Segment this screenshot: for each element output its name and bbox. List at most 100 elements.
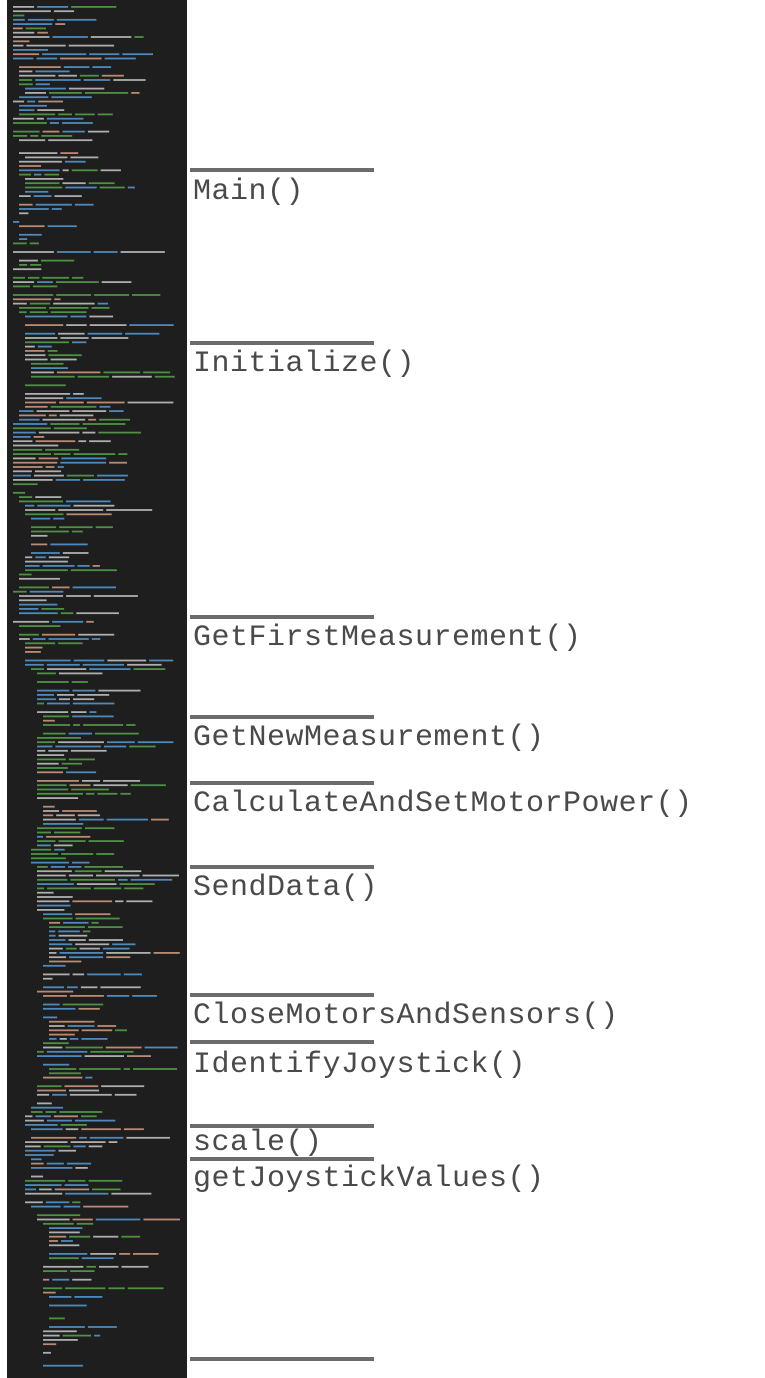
code-line-segment — [76, 612, 119, 615]
code-line-segment — [13, 491, 26, 494]
code-line-segment — [68, 87, 105, 90]
code-line-segment — [49, 1317, 65, 1320]
code-line-segment — [88, 1179, 123, 1182]
code-line-segment — [58, 74, 77, 77]
code-line-segment — [100, 169, 121, 172]
code-line-segment — [35, 556, 46, 559]
code-line-segment — [27, 100, 36, 103]
code-line-segment — [31, 375, 75, 378]
code-line-segment — [89, 324, 127, 326]
code-line-segment — [43, 986, 64, 989]
code-line-segment — [89, 1136, 124, 1139]
code-line-segment — [50, 866, 66, 868]
code-line-segment — [19, 573, 32, 576]
code-line-segment — [66, 324, 87, 326]
code-line-segment — [97, 302, 109, 305]
function-label-close-motors-and-sensors: CloseMotorsAndSensors() — [193, 999, 619, 1033]
code-line-segment — [25, 513, 64, 516]
code-line-segment — [49, 122, 59, 124]
code-line-segment — [19, 152, 58, 154]
code-line-segment — [92, 1188, 121, 1191]
code-line-segment — [53, 453, 71, 455]
code-line-segment — [65, 1046, 103, 1049]
section-divider-send-data — [190, 865, 374, 869]
code-line-segment — [48, 638, 89, 640]
code-line-segment — [71, 788, 109, 791]
code-line-segment — [70, 156, 99, 159]
code-line-segment — [19, 83, 33, 86]
code-line-segment — [68, 732, 93, 735]
code-line-segment — [43, 917, 73, 920]
code-line-segment — [59, 952, 104, 954]
code-line-segment — [53, 517, 65, 520]
code-line-segment — [13, 100, 25, 103]
code-line-segment — [25, 358, 48, 361]
code-line-segment — [115, 900, 124, 903]
code-line-segment — [37, 792, 83, 795]
code-line-segment — [95, 526, 113, 529]
section-divider-get-joystick-values — [190, 1157, 374, 1161]
code-line-segment — [66, 397, 102, 400]
code-line-segment — [49, 956, 67, 959]
code-line-segment — [13, 431, 36, 434]
code-line-segment — [52, 36, 88, 38]
code-line-segment — [68, 1179, 86, 1182]
code-line-segment — [25, 324, 64, 326]
code-line-segment — [25, 354, 46, 357]
code-line-segment — [65, 186, 97, 189]
code-line-segment — [94, 1334, 101, 1337]
code-line-segment — [71, 169, 98, 172]
code-line-segment — [37, 762, 59, 765]
code-line-segment — [43, 1351, 51, 1354]
code-line-segment — [72, 861, 90, 864]
code-line-segment — [19, 169, 60, 172]
code-line-segment — [43, 995, 67, 997]
code-line-segment — [13, 44, 24, 47]
code-line-segment — [82, 431, 96, 434]
code-line-segment — [84, 866, 123, 868]
code-line-segment — [77, 565, 90, 567]
code-line-segment — [25, 1119, 44, 1122]
code-line-segment — [132, 294, 161, 296]
code-line-segment — [37, 1093, 50, 1096]
code-line-segment — [127, 401, 174, 404]
code-line-segment — [43, 715, 70, 718]
code-line-segment — [56, 18, 97, 21]
code-line-segment — [31, 1158, 42, 1161]
code-line-segment — [35, 203, 72, 206]
code-line-segment — [99, 418, 130, 421]
code-line-segment — [59, 401, 84, 404]
code-line-segment — [37, 909, 65, 911]
code-line-segment — [85, 1076, 93, 1079]
function-label-get-first-measurement: GetFirstMeasurement() — [193, 621, 582, 655]
code-line-segment — [58, 741, 104, 744]
code-line-segment — [43, 913, 73, 916]
code-line-segment — [37, 844, 51, 847]
code-line-segment — [19, 264, 28, 266]
code-line-segment — [87, 973, 121, 976]
code-line-segment — [54, 298, 61, 301]
code-line-segment — [25, 1141, 68, 1143]
code-line-segment — [92, 565, 100, 567]
code-line-segment — [33, 285, 58, 288]
code-line-segment — [35, 83, 50, 86]
code-line-segment — [65, 1287, 106, 1290]
code-line-segment — [43, 1145, 71, 1148]
code-line-segment — [81, 1115, 97, 1118]
code-line-segment — [13, 294, 54, 296]
code-line-segment — [40, 259, 75, 262]
code-line-segment — [73, 659, 105, 662]
code-line-segment — [37, 698, 56, 701]
code-line-segment — [81, 1257, 114, 1260]
code-line-segment — [89, 711, 97, 713]
code-line-segment — [37, 874, 66, 877]
code-line-segment — [86, 1265, 96, 1268]
code-line-segment — [19, 595, 64, 597]
code-line-segment — [25, 1184, 62, 1186]
code-line-segment — [37, 345, 52, 348]
code-line-segment — [41, 608, 65, 610]
code-line-segment — [62, 182, 86, 185]
code-line-segment — [29, 311, 48, 314]
code-line-segment — [88, 182, 115, 185]
code-line-segment — [37, 904, 71, 907]
